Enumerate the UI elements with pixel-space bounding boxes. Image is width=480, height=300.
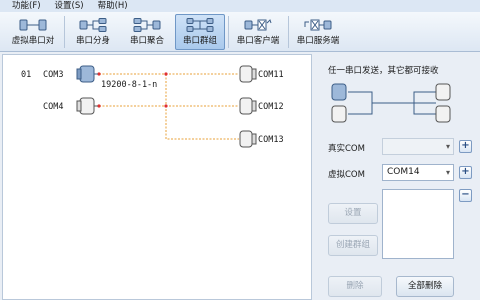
target-port-label: COM13 xyxy=(258,135,284,145)
port-server-label: 串口服务端 xyxy=(296,36,340,46)
port-merge-icon xyxy=(133,18,161,32)
port-client-label: 串口客户端 xyxy=(236,36,280,46)
port-split-icon xyxy=(79,18,107,32)
port-client-icon xyxy=(244,19,272,31)
toolbar-separator xyxy=(288,16,289,48)
virtual-connector-icon[interactable] xyxy=(237,129,259,149)
row-number: 01 xyxy=(21,70,32,80)
delete-all-button[interactable]: 全部删除 xyxy=(396,276,454,297)
virtual-pair-button[interactable]: 虚拟串口对 xyxy=(4,14,62,50)
menu-settings[interactable]: 设置(S) xyxy=(55,0,84,12)
virtual-com-select[interactable]: COM14 ▾ xyxy=(382,164,454,181)
virtual-com-label: 虚拟COM xyxy=(328,170,365,180)
menu-bar: 功能(F) 设置(S) 帮助(H) xyxy=(0,0,480,12)
add-real-com-button[interactable]: + xyxy=(459,140,472,153)
plus-icon: + xyxy=(461,166,470,177)
virtual-connector-icon[interactable] xyxy=(75,96,99,116)
group-canvas: 01 COM3 COM4 19200-8-1-n COM11 COM12 COM… xyxy=(2,54,312,300)
port-server-button[interactable]: 串口服务端 xyxy=(291,14,345,50)
port-group-label: 串口群组 xyxy=(182,36,217,46)
real-com-select[interactable]: ▾ xyxy=(382,138,454,155)
group-caption: 任一串口发送，其它都可接收 xyxy=(328,66,439,76)
toolbar-separator xyxy=(228,16,229,48)
virtual-pair-icon xyxy=(19,19,47,31)
plus-icon: + xyxy=(461,140,470,151)
minus-icon: − xyxy=(461,189,470,200)
port-server-icon xyxy=(304,19,332,31)
virtual-connector-icon[interactable] xyxy=(237,96,259,116)
toolbar-separator xyxy=(64,16,65,48)
chevron-down-icon: ▾ xyxy=(445,142,450,151)
port-merge-button[interactable]: 串口聚合 xyxy=(121,14,173,50)
port-group-button[interactable]: 串口群组 xyxy=(175,14,225,50)
connection-lines xyxy=(97,72,239,140)
settings-button[interactable]: 设置 xyxy=(328,203,378,224)
group-diagram-icon xyxy=(331,83,451,123)
side-panel: 任一串口发送，其它都可接收 真实COM ▾ + 虚拟COM COM14 ▾ + … xyxy=(318,54,480,300)
virtual-pair-label: 虚拟串口对 xyxy=(11,36,55,46)
virtual-com-list[interactable] xyxy=(382,189,454,259)
target-port-label: COM12 xyxy=(258,102,284,112)
target-port-label: COM11 xyxy=(258,70,284,80)
virtual-port-label: COM4 xyxy=(43,102,64,112)
port-group-icon xyxy=(186,18,214,32)
virtual-com-value: COM14 xyxy=(387,167,420,177)
port-split-button[interactable]: 串口分身 xyxy=(67,14,119,50)
port-client-button[interactable]: 串口客户端 xyxy=(231,14,285,50)
virtual-connector-icon[interactable] xyxy=(237,64,259,84)
create-group-button[interactable]: 创建群组 xyxy=(328,235,378,256)
add-virtual-com-button[interactable]: + xyxy=(459,166,472,179)
port-params: 19200-8-1-n xyxy=(101,80,158,90)
port-split-label: 串口分身 xyxy=(75,36,110,46)
real-com-label: 真实COM xyxy=(328,144,365,154)
menu-help[interactable]: 帮助(H) xyxy=(98,0,128,12)
real-port-label: COM3 xyxy=(43,70,64,80)
serial-connector-icon[interactable] xyxy=(75,64,99,84)
chevron-down-icon: ▾ xyxy=(445,168,450,177)
remove-virtual-com-button[interactable]: − xyxy=(459,189,472,202)
menu-function[interactable]: 功能(F) xyxy=(12,0,41,12)
toolbar: 虚拟串口对 串口分身 串口聚合 串口群组 串口客户端 串口服务端 xyxy=(0,12,480,52)
delete-button[interactable]: 删除 xyxy=(328,276,382,297)
port-merge-label: 串口聚合 xyxy=(129,36,164,46)
